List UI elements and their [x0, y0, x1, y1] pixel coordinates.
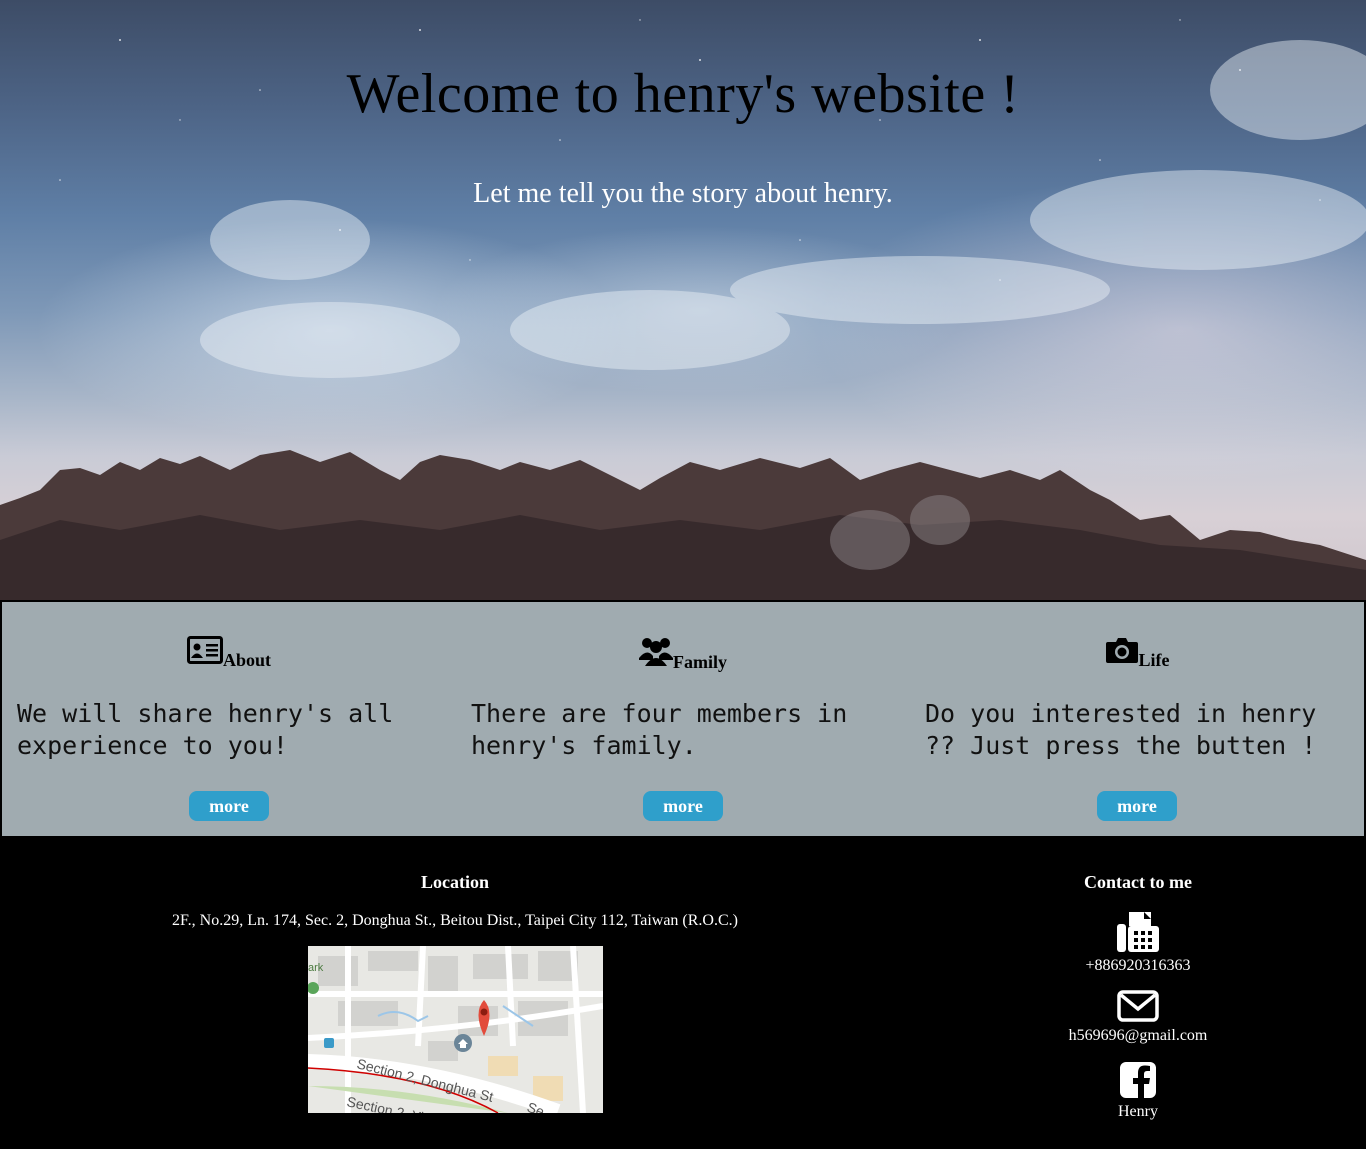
feature-title: Life: [1138, 650, 1170, 670]
phone-number: +886920316363: [1085, 957, 1191, 974]
more-button[interactable]: more: [1097, 791, 1177, 821]
contact-title: Contact to me: [1084, 872, 1192, 892]
hero-title: Welcome to henry's website !: [346, 63, 1020, 125]
contact-email[interactable]: h569696@gmail.com: [1038, 990, 1238, 1045]
feature-about: About We will share henry's all experien…: [2, 602, 456, 836]
features-section: About We will share henry's all experien…: [0, 600, 1366, 838]
hero-subtitle: Let me tell you the story about henry.: [473, 178, 893, 209]
feature-heading: About: [2, 636, 456, 669]
feature-text: There are four members in henry's family…: [471, 699, 848, 760]
more-button[interactable]: more: [189, 791, 269, 821]
id-card-icon: [186, 636, 223, 669]
feature-text: We will share henry's all experience to …: [17, 699, 394, 760]
facebook-icon: [1120, 1062, 1156, 1102]
feature-heading: Life: [910, 636, 1364, 669]
fax-phone-icon: [1117, 912, 1159, 956]
map-graphic: ark Section 2, Donghua St Section 2, Yi …: [308, 946, 603, 1113]
feature-family: Family There are four members in henry's…: [456, 602, 910, 836]
location-title: Location: [420, 872, 489, 892]
feature-title: Family: [673, 652, 727, 672]
more-button[interactable]: more: [643, 791, 723, 821]
camera-icon: [1105, 636, 1139, 669]
email-address: h569696@gmail.com: [1068, 1027, 1208, 1044]
location-map[interactable]: ark Section 2, Donghua St Section 2, Yi …: [308, 946, 603, 1113]
feature-life: Life Do you interested in henry ?? Just …: [910, 602, 1364, 836]
feature-text: Do you interested in henry ?? Just press…: [925, 699, 1317, 760]
envelope-icon: [1117, 990, 1159, 1026]
contact-phone[interactable]: +886920316363: [1038, 912, 1238, 975]
users-icon: [639, 636, 673, 671]
hero-banner: Welcome to henry's website ! Let me tell…: [0, 0, 1366, 600]
map-park-label: ark: [308, 962, 324, 974]
facebook-name: Henry: [1118, 1103, 1158, 1120]
footer: Location 2F., No.29, Ln. 174, Sec. 2, Do…: [0, 836, 1366, 1149]
contact-facebook[interactable]: Henry: [1038, 1062, 1238, 1121]
feature-title: About: [222, 650, 271, 670]
location-address: 2F., No.29, Ln. 174, Sec. 2, Donghua St.…: [172, 912, 738, 929]
feature-heading: Family: [456, 636, 910, 671]
